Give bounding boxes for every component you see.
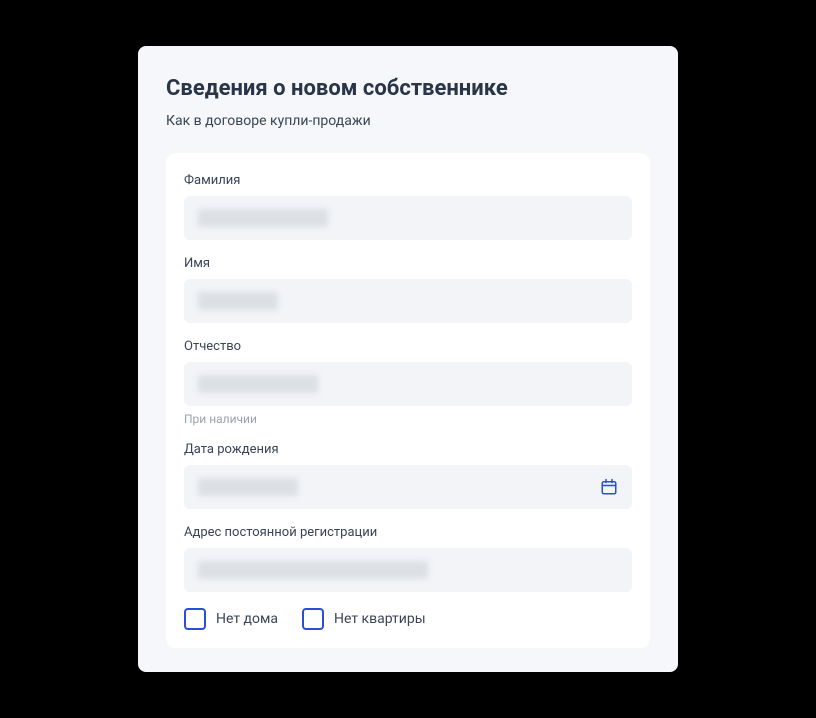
address-input[interactable] (184, 548, 632, 592)
redacted-value (198, 561, 428, 579)
checkbox-no-apartment-label: Нет квартиры (334, 611, 426, 627)
field-address: Адрес постоянной регистрации (184, 525, 632, 592)
redacted-value (198, 292, 278, 310)
page-subtitle: Как в договоре купли-продажи (166, 113, 650, 129)
checkbox-no-apartment[interactable]: Нет квартиры (302, 608, 426, 630)
checkbox-row: Нет дома Нет квартиры (184, 608, 632, 630)
page-title: Сведения о новом собственнике (166, 76, 650, 101)
field-surname: Фамилия (184, 173, 632, 240)
name-input[interactable] (184, 279, 632, 323)
patronymic-label: Отчество (184, 339, 632, 354)
calendar-icon[interactable] (600, 478, 618, 496)
birthdate-input[interactable] (184, 465, 632, 509)
birthdate-label: Дата рождения (184, 442, 632, 457)
checkbox-box (184, 608, 206, 630)
patronymic-input[interactable] (184, 362, 632, 406)
name-label: Имя (184, 256, 632, 271)
redacted-value (198, 478, 298, 496)
surname-input[interactable] (184, 196, 632, 240)
patronymic-hint: При наличии (184, 412, 632, 426)
field-name: Имя (184, 256, 632, 323)
checkbox-box (302, 608, 324, 630)
redacted-value (198, 375, 318, 393)
form-container: Сведения о новом собственнике Как в дого… (138, 46, 678, 672)
field-patronymic: Отчество При наличии (184, 339, 632, 426)
surname-label: Фамилия (184, 173, 632, 188)
checkbox-no-house-label: Нет дома (216, 611, 278, 627)
checkbox-no-house[interactable]: Нет дома (184, 608, 278, 630)
field-birthdate: Дата рождения (184, 442, 632, 509)
redacted-value (198, 209, 328, 227)
form-card: Фамилия Имя Отчество При наличии Дата ро… (166, 153, 650, 648)
address-label: Адрес постоянной регистрации (184, 525, 632, 540)
